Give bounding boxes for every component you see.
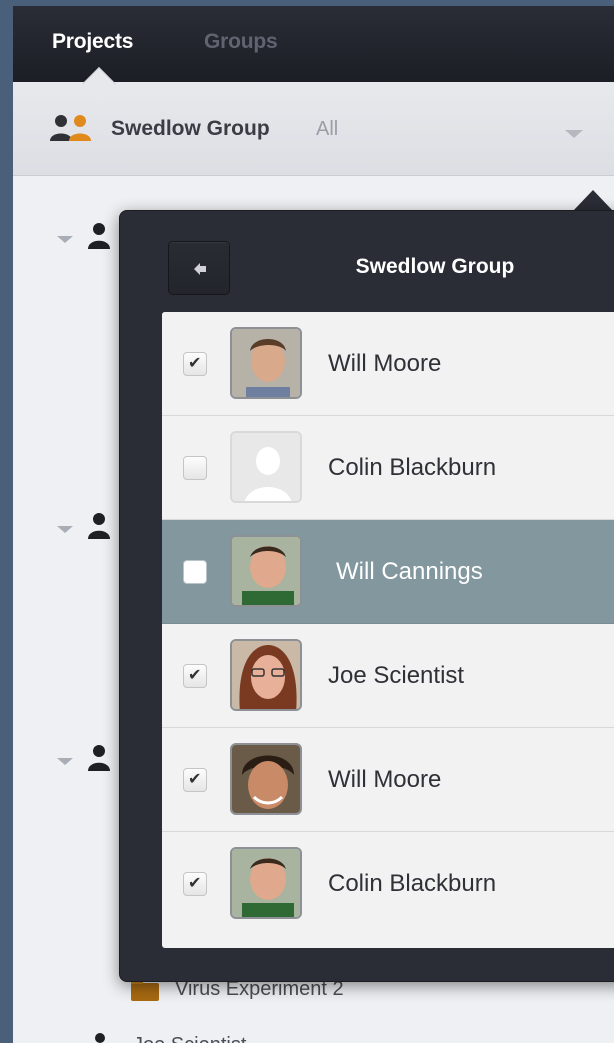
- avatar: [230, 639, 302, 711]
- member-checkbox[interactable]: ✔: [183, 872, 207, 896]
- app-window: Projects Groups Swedlow Group All Virus …: [13, 6, 614, 1043]
- group-members-popover: Swedlow Group ✔ Will Moore Colin Blackbu…: [119, 210, 614, 982]
- member-row[interactable]: ✔ Colin Blackburn: [162, 832, 614, 936]
- member-row[interactable]: ✔ Will Moore: [162, 728, 614, 832]
- popover-title: Swedlow Group: [355, 255, 515, 278]
- avatar: [230, 743, 302, 815]
- member-checkbox[interactable]: [183, 456, 207, 480]
- group-name: Swedlow Group: [111, 117, 270, 140]
- avatar: [230, 327, 302, 399]
- member-row[interactable]: ✔ Will Moore: [162, 312, 614, 416]
- member-list: ✔ Will Moore Colin Blackburn Will Cannin…: [162, 312, 614, 948]
- tab-groups[interactable]: Groups: [204, 30, 278, 54]
- checkmark-icon: ✔: [188, 355, 202, 372]
- member-name: Will Moore: [328, 350, 442, 377]
- group-people-icon: [50, 115, 91, 141]
- member-row[interactable]: ✔ Joe Scientist: [162, 624, 614, 728]
- member-name: Will Cannings: [336, 558, 483, 585]
- folder-icon: [131, 979, 159, 1001]
- chevron-down-icon[interactable]: [565, 130, 583, 138]
- tree-user-label[interactable]: Joe Scientist: [133, 1034, 246, 1043]
- member-name: Joe Scientist: [328, 662, 465, 689]
- member-name: Will Moore: [328, 766, 442, 793]
- avatar: [230, 535, 302, 607]
- member-row-selected[interactable]: Will Cannings: [162, 520, 614, 624]
- checkmark-icon: ✔: [188, 771, 202, 788]
- group-filter-label: All: [316, 118, 339, 140]
- member-checkbox[interactable]: ✔: [183, 768, 207, 792]
- member-checkbox[interactable]: ✔: [183, 664, 207, 688]
- person-icon: [88, 513, 110, 539]
- person-icon: [95, 1033, 105, 1043]
- member-row[interactable]: Colin Blackburn: [162, 416, 614, 520]
- member-checkbox[interactable]: ✔: [183, 352, 207, 376]
- checkmark-icon: ✔: [188, 667, 202, 684]
- expand-caret-icon[interactable]: [57, 526, 73, 533]
- avatar: [230, 847, 302, 919]
- person-icon: [88, 223, 110, 249]
- member-name: Colin Blackburn: [328, 454, 497, 481]
- avatar-placeholder: [230, 431, 302, 503]
- expand-caret-icon[interactable]: [57, 758, 73, 765]
- person-icon: [88, 745, 110, 771]
- member-name: Colin Blackburn: [328, 870, 497, 897]
- popover-arrow: [573, 190, 613, 211]
- checkmark-icon: ✔: [188, 875, 202, 892]
- expand-caret-icon[interactable]: [57, 236, 73, 243]
- member-checkbox[interactable]: [183, 560, 207, 584]
- tab-projects[interactable]: Projects: [52, 30, 133, 54]
